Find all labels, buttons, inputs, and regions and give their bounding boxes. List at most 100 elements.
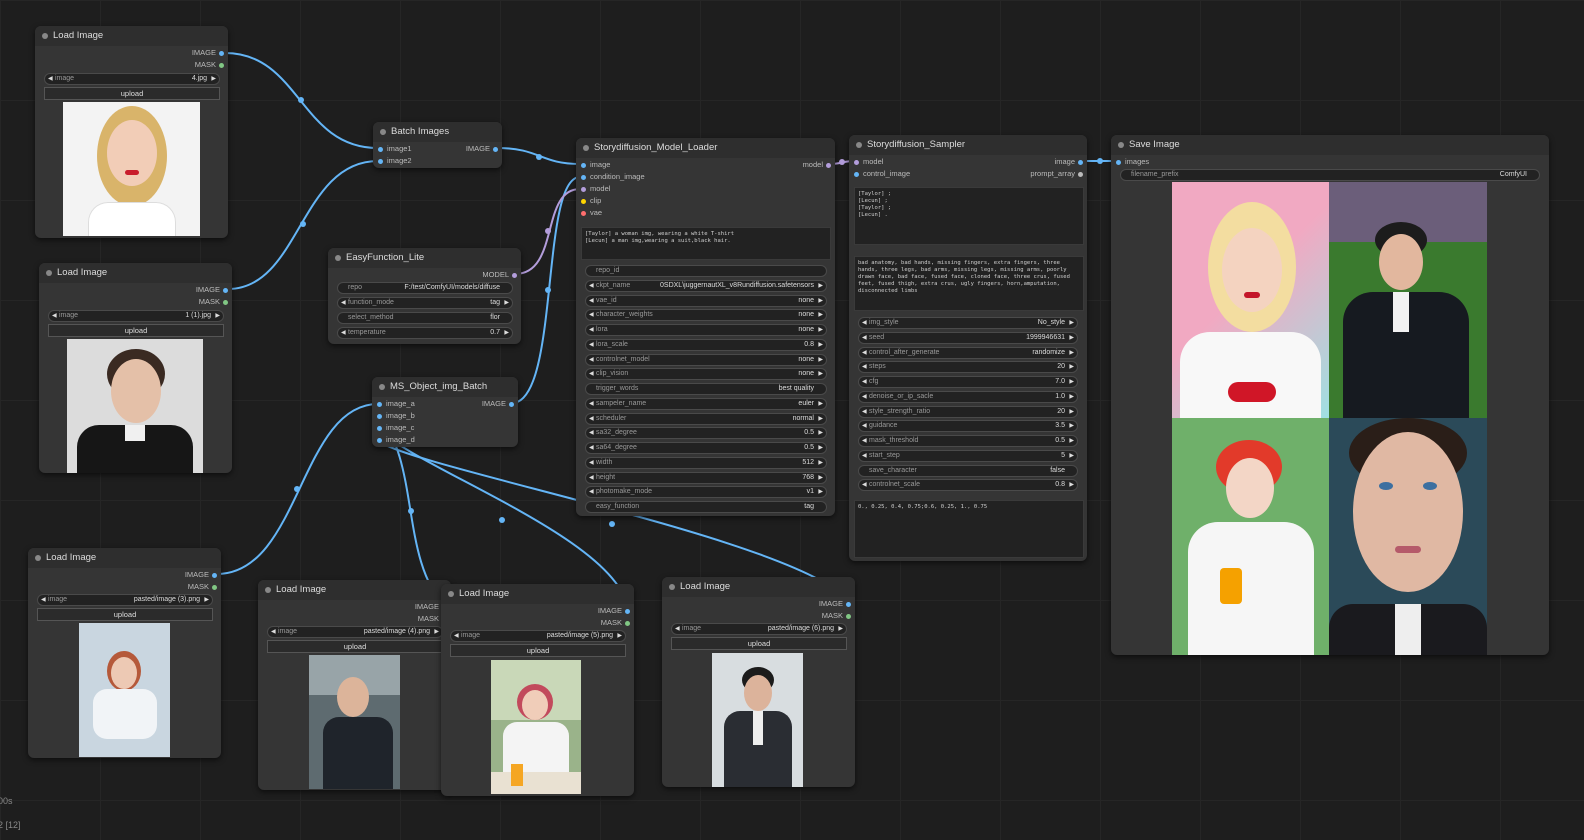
arrow-left-icon[interactable]: ◀ [41,595,46,605]
node-easyfunction-lite[interactable]: EasyFunction_Lite MODEL repo F:/test/Comf… [328,248,521,344]
arrow-left-icon[interactable]: ◀ [862,362,867,372]
ckpt-name-widget[interactable]: ◀ ckpt_name 0SDXL\juggernautXL_v8Rundiffus… [585,279,827,292]
output-image-pin[interactable] [219,51,224,56]
negative-prompt-textarea[interactable]: bad anatomy, bad hands, missing fingers,… [854,256,1084,311]
arrow-left-icon[interactable]: ◀ [862,421,867,431]
node-load-image-3[interactable]: Load Image IMAGE MASK ◀ image pasted/image… [28,548,221,758]
function-mode-select[interactable]: ◀ function_mode tag ▶ [337,297,513,309]
arrow-right-icon[interactable]: ▶ [818,428,823,438]
collapse-dot[interactable] [46,270,52,276]
output-image-pin[interactable] [625,609,630,614]
collapse-dot[interactable] [856,142,862,148]
upload-button[interactable]: upload [450,644,626,657]
input-vae-pin[interactable] [581,211,586,216]
image-select[interactable]: ◀ image 1 (1).jpg ▶ [48,310,224,322]
output-mask-pin[interactable] [846,614,851,619]
input-condition-image-pin[interactable] [581,175,586,180]
arrow-right-icon[interactable]: ▶ [504,328,509,338]
image-select[interactable]: ◀ image pasted/image (5).png ▶ [450,630,626,642]
arrow-right-icon[interactable]: ▶ [617,631,622,641]
filename-prefix-field[interactable]: filename_prefix ComfyUI [1120,169,1540,181]
arrow-left-icon[interactable]: ◀ [589,310,594,320]
arrow-right-icon[interactable]: ▶ [818,340,823,350]
collapse-dot[interactable] [1118,142,1124,148]
node-title[interactable]: EasyFunction_Lite [328,248,521,268]
start-step-widget[interactable]: ◀ start_step 5 ▶ [858,449,1078,462]
arrow-right-icon[interactable]: ▶ [818,443,823,453]
arrow-left-icon[interactable]: ◀ [862,377,867,387]
arrow-right-icon[interactable]: ▶ [818,487,823,497]
arrow-right-icon[interactable]: ▶ [818,281,823,291]
arrow-left-icon[interactable]: ◀ [271,627,276,637]
arrow-left-icon[interactable]: ◀ [675,624,680,634]
collapse-dot[interactable] [583,145,589,151]
arrow-left-icon[interactable]: ◀ [589,458,594,468]
arrow-right-icon[interactable]: ▶ [1069,480,1074,490]
mask-threshold-widget[interactable]: ◀ mask_threshold 0.5 ▶ [858,435,1078,447]
output-mask-pin[interactable] [212,585,217,590]
node-storydiffusion-model-loader[interactable]: Storydiffusion_Model_Loader image model c… [576,138,835,516]
height-widget[interactable]: ◀ height 768 ▶ [585,471,827,484]
output-image-pin[interactable] [509,402,514,407]
input-image-d-pin[interactable] [377,438,382,443]
arrow-left-icon[interactable]: ◀ [862,436,867,446]
node-title[interactable]: Load Image [441,584,634,604]
arrow-left-icon[interactable]: ◀ [589,414,594,424]
input-image-c-pin[interactable] [377,426,382,431]
node-load-image-2[interactable]: Load Image IMAGE MASK ◀ image 1 (1).jpg ▶ u… [39,263,232,473]
arrow-left-icon[interactable]: ◀ [862,407,867,417]
arrow-right-icon[interactable]: ▶ [818,473,823,483]
arrow-right-icon[interactable]: ▶ [818,310,823,320]
output-mask-pin[interactable] [223,300,228,305]
upload-button[interactable]: upload [671,637,847,650]
easy-function-widget[interactable]: easy_function tag [585,501,827,513]
node-title[interactable]: Storydiffusion_Model_Loader [576,138,835,158]
upload-button[interactable]: upload [267,640,443,653]
arrow-right-icon[interactable]: ▶ [1069,421,1074,431]
collapse-dot[interactable] [265,587,271,593]
arrow-right-icon[interactable]: ▶ [1069,392,1074,402]
arrow-left-icon[interactable]: ◀ [862,392,867,402]
upload-button[interactable]: upload [37,608,213,621]
clip-vision-widget[interactable]: ◀ clip_vision none ▶ [585,368,827,381]
seed-widget[interactable]: ◀ seed 1999946631 ▶ [858,331,1078,344]
input-clip-pin[interactable] [581,199,586,204]
node-title[interactable]: Load Image [258,580,451,600]
steps-widget[interactable]: ◀ steps 20 ▶ [858,361,1078,374]
node-storydiffusion-sampler[interactable]: Storydiffusion_Sampler model image contro… [849,135,1087,561]
arrow-right-icon[interactable]: ▶ [1069,348,1074,358]
node-title[interactable]: Storydiffusion_Sampler [849,135,1087,155]
node-ms-object-img-batch[interactable]: MS_Object_img_Batch image_a IMAGE image_b… [372,377,518,447]
input-image-b-pin[interactable] [377,414,382,419]
image-select[interactable]: ◀ image 4.jpg ▶ [44,73,220,85]
controlnet-model-widget[interactable]: ◀ controlnet_model none ▶ [585,353,827,366]
control-after-generate-widget[interactable]: ◀ control_after_generate randomize ▶ [858,346,1078,359]
node-load-image-5[interactable]: Load Image IMAGE MASK ◀ image pasted/image… [441,584,634,796]
output-image-pin[interactable] [846,602,851,607]
node-title[interactable]: MS_Object_img_Batch [372,377,518,397]
arrow-right-icon[interactable]: ▶ [838,624,843,634]
arrow-left-icon[interactable]: ◀ [52,311,57,321]
input-model-pin[interactable] [581,187,586,192]
input-image2-pin[interactable] [378,159,383,164]
cfg-widget[interactable]: ◀ cfg 7.0 ▶ [858,376,1078,388]
output-model-pin[interactable] [512,273,517,278]
arrow-left-icon[interactable]: ◀ [862,451,867,461]
collapse-dot[interactable] [448,591,454,597]
node-title[interactable]: Load Image [28,548,221,568]
node-load-image-6[interactable]: Load Image IMAGE MASK ◀ image pasted/image… [662,577,855,787]
arrow-left-icon[interactable]: ◀ [589,428,594,438]
repo-id-widget[interactable]: repo_id [585,265,827,277]
scene-prompts-textarea[interactable]: [Taylor] ; [Lecun] ; [Taylor] ; [Lecun] … [854,187,1084,245]
upload-button[interactable]: upload [44,87,220,100]
arrow-left-icon[interactable]: ◀ [589,369,594,379]
arrow-left-icon[interactable]: ◀ [862,318,867,328]
arrow-right-icon[interactable]: ▶ [818,369,823,379]
output-mask-pin[interactable] [625,621,630,626]
arrow-left-icon[interactable]: ◀ [589,340,594,350]
node-title[interactable]: Load Image [39,263,232,283]
collapse-dot[interactable] [379,384,385,390]
output-image-pin[interactable] [212,573,217,578]
output-model-pin[interactable] [826,163,831,168]
image-select[interactable]: ◀ image pasted/image (3).png ▶ [37,594,213,606]
